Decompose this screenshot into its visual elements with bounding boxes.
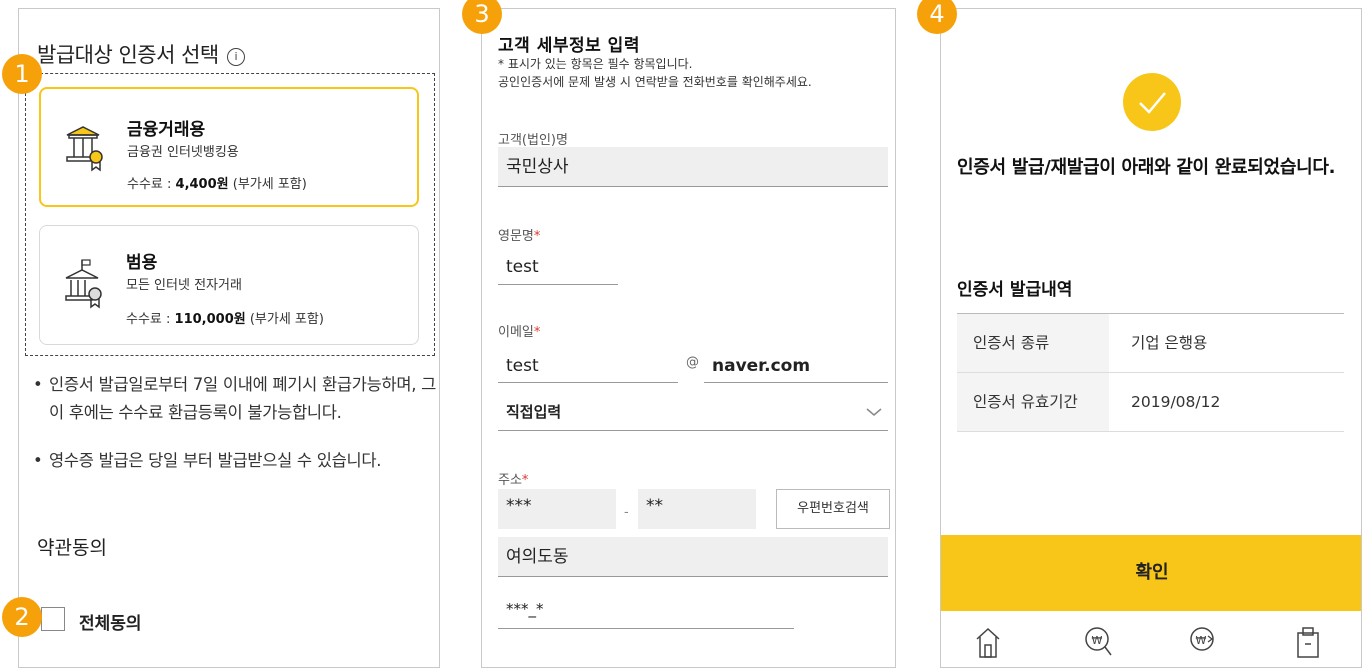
- address-label-text: 주소: [498, 473, 522, 488]
- english-name-label: 영문명*: [498, 225, 540, 244]
- agree-all-checkbox[interactable]: [41, 607, 65, 631]
- refund-note: 인증서 발급일로부터 7일 이내에 폐기시 환급가능하며, 그 이 후에는 수수…: [33, 371, 439, 427]
- row-label: 인증서 유효기간: [957, 373, 1109, 431]
- email-id-input[interactable]: test: [498, 349, 678, 383]
- card-title: 금융거래용: [127, 120, 206, 140]
- address-label: 주소*: [498, 469, 528, 488]
- customer-details-panel: 고객 세부정보 입력 * 표시가 있는 항목은 필수 항목입니다. 공인인증서에…: [481, 8, 896, 668]
- zipcode-search-button[interactable]: 우편번호검색: [776, 489, 890, 529]
- certificate-select-panel: 발급대상 인증서 선택 i 금융거래용 금융권 인터넷뱅킹용 수수료 : 4,40…: [18, 8, 440, 668]
- fee-suffix: (부가세 포함): [245, 312, 324, 327]
- svg-text:₩: ₩: [1196, 634, 1207, 647]
- required-mark: *: [533, 325, 541, 340]
- history-title: 인증서 발급내역: [957, 280, 1073, 300]
- fee-prefix: 수수료 :: [126, 312, 175, 327]
- confirm-button[interactable]: 확인: [941, 535, 1361, 611]
- customer-name-label: 고객(법인)명: [498, 133, 568, 148]
- agree-all-label[interactable]: 전체동의: [79, 609, 142, 634]
- row-value: 2019/08/12: [1131, 393, 1221, 411]
- card-title: 범용: [126, 253, 158, 273]
- card-fee: 수수료 : 4,400원 (부가세 포함): [127, 173, 307, 192]
- check-complete-icon: [1123, 73, 1181, 131]
- info-icon[interactable]: i: [226, 48, 245, 66]
- fee-prefix: 수수료 :: [127, 177, 176, 192]
- card-subtitle: 금융권 인터넷뱅킹용: [127, 145, 239, 160]
- form-title: 고객 세부정보 입력: [498, 36, 640, 56]
- step-badge-2: 2: [2, 597, 42, 637]
- chevron-down-icon: [866, 408, 882, 416]
- english-name-label-text: 영문명: [498, 229, 534, 244]
- page-title-text: 발급대상 인증서 선택: [37, 43, 219, 67]
- card-subtitle: 모든 인터넷 전자거래: [126, 278, 242, 293]
- row-value: 기업 은행용: [1131, 334, 1208, 352]
- fee-suffix: (부가세 포함): [228, 177, 307, 192]
- required-note: * 표시가 있는 항목은 필수 항목입니다.: [498, 57, 693, 71]
- complete-message: 인증서 발급/재발급이 아래와 같이 완료되었습니다.: [957, 157, 1336, 178]
- table-row: 인증서 종류 기업 은행용: [957, 314, 1344, 373]
- zipcode-2-input[interactable]: **: [638, 489, 756, 529]
- zipcode-dash: -: [624, 505, 629, 520]
- row-label: 인증서 종류: [957, 314, 1109, 372]
- fee-amount: 110,000원: [174, 312, 246, 327]
- email-at-sign: @: [686, 355, 699, 370]
- general-certificate-icon: [65, 259, 102, 309]
- customer-name-input[interactable]: 국민상사: [498, 147, 888, 187]
- terms-title: 약관동의: [37, 537, 107, 559]
- page-title: 발급대상 인증서 선택 i: [37, 39, 245, 69]
- table-row: 인증서 유효기간 2019/08/12: [957, 373, 1344, 432]
- email-domain-select-value: 직접입력: [506, 403, 562, 421]
- email-domain-input[interactable]: naver.com: [704, 349, 888, 383]
- english-name-input[interactable]: test: [498, 249, 618, 285]
- fee-amount: 4,400원: [175, 177, 229, 192]
- issue-history-table: 인증서 종류 기업 은행용 인증서 유효기간 2019/08/12: [957, 313, 1344, 432]
- required-mark: *: [533, 229, 541, 244]
- phone-note: 공인인증서에 문제 발생 시 연락받을 전화번호를 확인해주세요.: [498, 75, 812, 89]
- card-fee: 수수료 : 110,000원 (부가세 포함): [126, 308, 324, 327]
- card-financial[interactable]: 금융거래용 금융권 인터넷뱅킹용 수수료 : 4,400원 (부가세 포함): [39, 87, 419, 207]
- svg-text:₩: ₩: [1092, 634, 1103, 647]
- address-2-input[interactable]: ***_*: [498, 589, 794, 629]
- step-badge-1: 1: [2, 54, 42, 94]
- bank-certificate-icon: [66, 126, 103, 172]
- email-domain-select[interactable]: 직접입력: [498, 393, 888, 431]
- zipcode-1-input[interactable]: ***: [498, 489, 616, 529]
- receipt-note: 영수증 발급은 당일 부터 발급받으실 수 있습니다.: [33, 447, 439, 475]
- issue-complete-panel: 인증서 발급/재발급이 아래와 같이 완료되었습니다. 인증서 발급내역 인증서…: [940, 8, 1362, 668]
- card-general[interactable]: 범용 모든 인터넷 전자거래 수수료 : 110,000원 (부가세 포함): [39, 225, 419, 345]
- email-label-text: 이메일: [498, 325, 534, 340]
- email-label: 이메일*: [498, 321, 540, 340]
- address-1-input[interactable]: 여의도동: [498, 537, 888, 577]
- required-mark: *: [521, 473, 529, 488]
